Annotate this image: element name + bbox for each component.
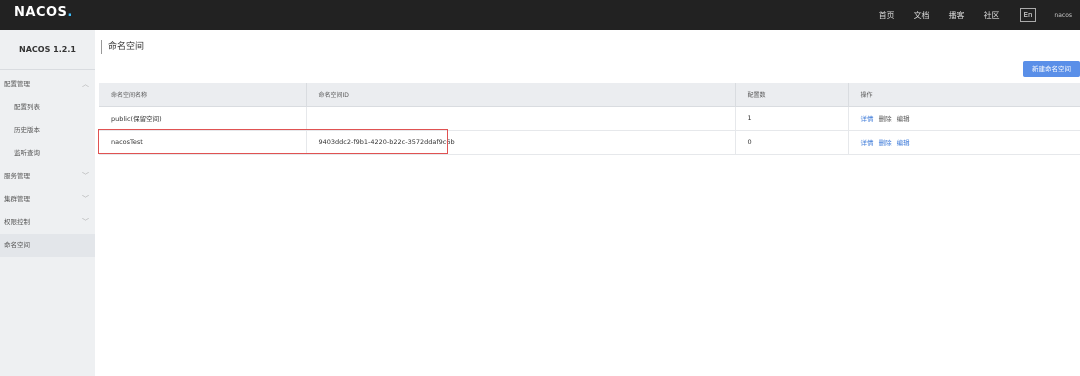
delete-link[interactable]: 删除 xyxy=(879,139,892,147)
config-count-cell: 1 xyxy=(735,106,849,131)
namespace-id-cell xyxy=(306,106,736,131)
sidebar-item-config-list[interactable]: 配置列表 xyxy=(0,96,95,119)
operations-cell: 详情 删除 编辑 xyxy=(848,130,1080,155)
sidebar-item-access-control[interactable]: 权限控制 ﹀ xyxy=(0,211,95,234)
namespace-name-cell: public(保留空间) xyxy=(99,106,307,131)
namespace-id-cell: 9403ddc2-f9b1-4220-b22c-3572ddaf9c6b xyxy=(306,130,736,155)
config-count-cell: 0 xyxy=(735,130,849,155)
sidebar-item-label: 命名空间 xyxy=(4,241,30,249)
nav-docs[interactable]: 文档 xyxy=(914,10,930,21)
edit-link[interactable]: 编辑 xyxy=(897,139,910,147)
sidebar-item-label: 历史版本 xyxy=(14,126,40,134)
details-link[interactable]: 详情 xyxy=(861,139,874,147)
edit-link[interactable]: 编辑 xyxy=(897,115,910,123)
table-header-row: 命名空间名称 命名空间ID 配置数 操作 xyxy=(99,83,1080,107)
sidebar-menu: 配置管理 ︿ 配置列表 历史版本 监听查询 服务管理 ﹀ 集群管理 ﹀ 权限控制… xyxy=(0,70,95,257)
chevron-down-icon: ﹀ xyxy=(82,172,89,180)
namespace-table: 命名空间名称 命名空间ID 配置数 操作 public(保留空间) 1 详情 删… xyxy=(99,83,1080,155)
sidebar-item-service-management[interactable]: 服务管理 ﹀ xyxy=(0,165,95,188)
column-header-config-count: 配置数 xyxy=(735,83,849,107)
column-header-operations: 操作 xyxy=(848,83,1080,107)
column-header-id: 命名空间ID xyxy=(306,83,736,107)
sidebar-item-namespace[interactable]: 命名空间 xyxy=(0,234,95,257)
sidebar-item-label: 配置管理 xyxy=(4,80,30,88)
nav-home[interactable]: 首页 xyxy=(879,10,895,21)
nav-community[interactable]: 社区 xyxy=(984,10,1000,21)
column-header-name: 命名空间名称 xyxy=(99,83,307,107)
details-link[interactable]: 详情 xyxy=(861,115,874,123)
nav-blog[interactable]: 播客 xyxy=(949,10,965,21)
sidebar-item-label: 配置列表 xyxy=(14,103,40,111)
sidebar-item-label: 服务管理 xyxy=(4,172,30,180)
sidebar-item-label: 权限控制 xyxy=(4,218,30,226)
delete-link[interactable]: 删除 xyxy=(879,115,892,123)
page-title: 命名空间 xyxy=(101,40,144,54)
top-navbar: NACOS. 首页 文档 播客 社区 En nacos xyxy=(0,0,1080,30)
top-nav: 首页 文档 播客 社区 En nacos xyxy=(860,0,1072,30)
table-row: public(保留空间) 1 详情 删除 编辑 xyxy=(99,106,1080,131)
main-content: 命名空间 新建命名空间 命名空间名称 命名空间ID 配置数 操作 public(… xyxy=(95,30,1080,376)
operations-cell: 详情 删除 编辑 xyxy=(848,106,1080,131)
sidebar-item-history[interactable]: 历史版本 xyxy=(0,119,95,142)
sidebar-item-label: 监听查询 xyxy=(14,149,40,157)
chevron-down-icon: ﹀ xyxy=(82,218,89,226)
namespace-name-cell: nacosTest xyxy=(99,130,307,155)
sidebar-item-cluster-management[interactable]: 集群管理 ﹀ xyxy=(0,188,95,211)
language-toggle[interactable]: En xyxy=(1019,8,1037,22)
user-menu[interactable]: nacos xyxy=(1054,12,1072,19)
new-namespace-button[interactable]: 新建命名空间 xyxy=(1023,61,1080,77)
nacos-logo[interactable]: NACOS. xyxy=(14,5,73,20)
sidebar: NACOS 1.2.1 配置管理 ︿ 配置列表 历史版本 监听查询 服务管理 ﹀… xyxy=(0,30,95,376)
chevron-down-icon: ﹀ xyxy=(82,195,89,203)
sidebar-item-label: 集群管理 xyxy=(4,195,30,203)
sidebar-item-config-management[interactable]: 配置管理 ︿ xyxy=(0,73,95,96)
sidebar-item-listener-query[interactable]: 监听查询 xyxy=(0,142,95,165)
table-row: nacosTest 9403ddc2-f9b1-4220-b22c-3572dd… xyxy=(99,130,1080,155)
version-label: NACOS 1.2.1 xyxy=(0,30,95,70)
chevron-up-icon: ︿ xyxy=(82,80,89,88)
